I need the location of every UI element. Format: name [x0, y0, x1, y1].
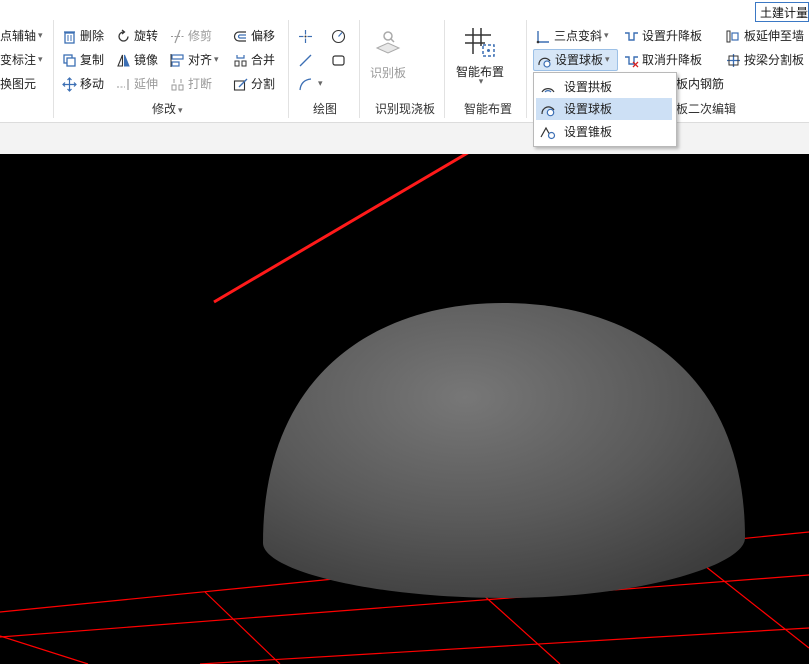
raise-lower-slab-icon: [624, 29, 639, 44]
smart-layout-grid-icon: [465, 28, 495, 57]
cone-slab-icon: [540, 124, 556, 140]
split-button[interactable]: 分割: [233, 74, 275, 94]
merge-button[interactable]: 合并: [233, 50, 275, 70]
extend-button[interactable]: 延伸: [116, 74, 158, 94]
cancel-raise-lower-icon: [624, 53, 639, 68]
offset-icon: [233, 29, 248, 44]
civil-measurement-button[interactable]: 土建计量: [755, 2, 809, 22]
extend-icon: [116, 77, 131, 92]
in-slab-rebar-button[interactable]: 板内钢筋: [676, 74, 724, 94]
extend-slab-icon: [726, 29, 741, 44]
align-button[interactable]: 对齐 ▾: [170, 50, 219, 70]
menu-item-sphere-slab[interactable]: 设置球板: [536, 98, 672, 120]
group-divider: [288, 20, 289, 118]
identify-slab-button[interactable]: 识别板: [366, 28, 410, 81]
move-arrows-icon: [62, 76, 77, 92]
menu-item-cone-slab[interactable]: 设置锥板: [536, 121, 672, 143]
circle-angle-icon: [331, 29, 346, 44]
delete-button[interactable]: 删除: [62, 26, 104, 46]
cancel-raise-lower-slab-button[interactable]: 取消升降板: [624, 50, 702, 70]
chevron-down-icon: ▾: [178, 106, 183, 116]
point-crosshair-icon: [298, 29, 313, 44]
copy-icon: [62, 53, 77, 68]
swap-element-button[interactable]: 换图元: [0, 74, 36, 94]
arch-slab-icon: [540, 79, 556, 95]
copy-button[interactable]: 复制: [62, 50, 104, 70]
modify-group-label: 修改 ▾: [152, 102, 183, 116]
set-raise-lower-slab-button[interactable]: 设置升降板: [624, 26, 702, 46]
chevron-down-icon: ▾: [604, 31, 609, 41]
draw-group-label: 绘图: [313, 102, 338, 116]
slab-edit-group-label: 板二次编辑: [676, 102, 737, 116]
set-sphere-slab-split-button[interactable]: 设置球板 ▾: [533, 49, 618, 71]
draw-rectangle-tool[interactable]: [331, 50, 349, 70]
3d-viewport[interactable]: [0, 154, 809, 664]
extend-slab-to-wall-button[interactable]: 板延伸至墙: [726, 26, 804, 46]
split-icon: [233, 77, 248, 92]
line-icon: [298, 53, 313, 68]
sphere-slab-icon: [540, 101, 556, 117]
chevron-down-icon: ▾: [38, 55, 43, 65]
identify-slab-icon: [375, 31, 401, 54]
draw-arc-tool[interactable]: ▾: [298, 74, 323, 94]
rotate-button[interactable]: 旋转: [116, 26, 158, 46]
hemisphere-slab: [263, 303, 745, 598]
chevron-down-icon: ▾: [38, 31, 43, 41]
smart-layout-button[interactable]: 智能布置 ▾: [454, 26, 506, 87]
align-icon: [170, 53, 185, 68]
chevron-down-icon: ▾: [214, 55, 219, 65]
mirror-icon: [116, 53, 131, 68]
identify-group-label: 识别现浇板: [375, 102, 436, 116]
group-divider: [53, 20, 54, 118]
menu-item-arch-slab[interactable]: 设置拱板: [536, 76, 672, 98]
three-point-slope-button[interactable]: 三点变斜 ▾: [536, 26, 609, 46]
draw-line-tool[interactable]: [298, 50, 316, 70]
rectangle-icon: [331, 53, 346, 68]
dimension-annotation-button[interactable]: 变标注 ▾: [0, 50, 43, 70]
trim-icon: [170, 29, 185, 44]
merge-icon: [233, 53, 248, 68]
trim-button[interactable]: 修剪: [170, 26, 212, 46]
offset-button[interactable]: 偏移: [233, 26, 275, 46]
chevron-down-icon: ▾: [605, 55, 610, 65]
split-slab-by-beam-icon: [726, 53, 741, 68]
3d-scene: [0, 154, 809, 664]
point-aux-axis-button[interactable]: 点辅轴 ▾: [0, 26, 43, 46]
sphere-slab-icon: [537, 53, 552, 68]
mirror-button[interactable]: 镜像: [116, 50, 158, 70]
break-icon: [170, 77, 185, 92]
split-slab-by-beam-button[interactable]: 按梁分割板: [726, 50, 804, 70]
draw-point-tool[interactable]: [298, 26, 316, 46]
smart-group-label: 智能布置: [464, 102, 513, 116]
sphere-slab-dropdown-menu: 设置拱板 设置球板 设置锥板: [533, 72, 677, 147]
annotation-arrow-line: [213, 154, 469, 304]
ribbon-toolbar: 点辅轴 ▾ 变标注 ▾ 换图元 删除 复制 移动 旋转 镜像 延伸 修剪 对齐 ▾: [0, 0, 809, 122]
group-divider: [526, 20, 527, 118]
trash-icon: [62, 29, 77, 44]
chevron-down-icon: ▾: [318, 79, 323, 89]
break-button[interactable]: 打断: [170, 74, 212, 94]
arc-icon: [298, 77, 313, 92]
group-divider: [444, 20, 445, 118]
move-button[interactable]: 移动: [62, 74, 104, 94]
secondary-toolbar-strip: [0, 122, 809, 155]
draw-rotate-point-tool[interactable]: [331, 26, 349, 46]
rotate-icon: [116, 29, 131, 44]
three-point-slope-icon: [536, 29, 551, 44]
group-divider: [359, 20, 360, 118]
